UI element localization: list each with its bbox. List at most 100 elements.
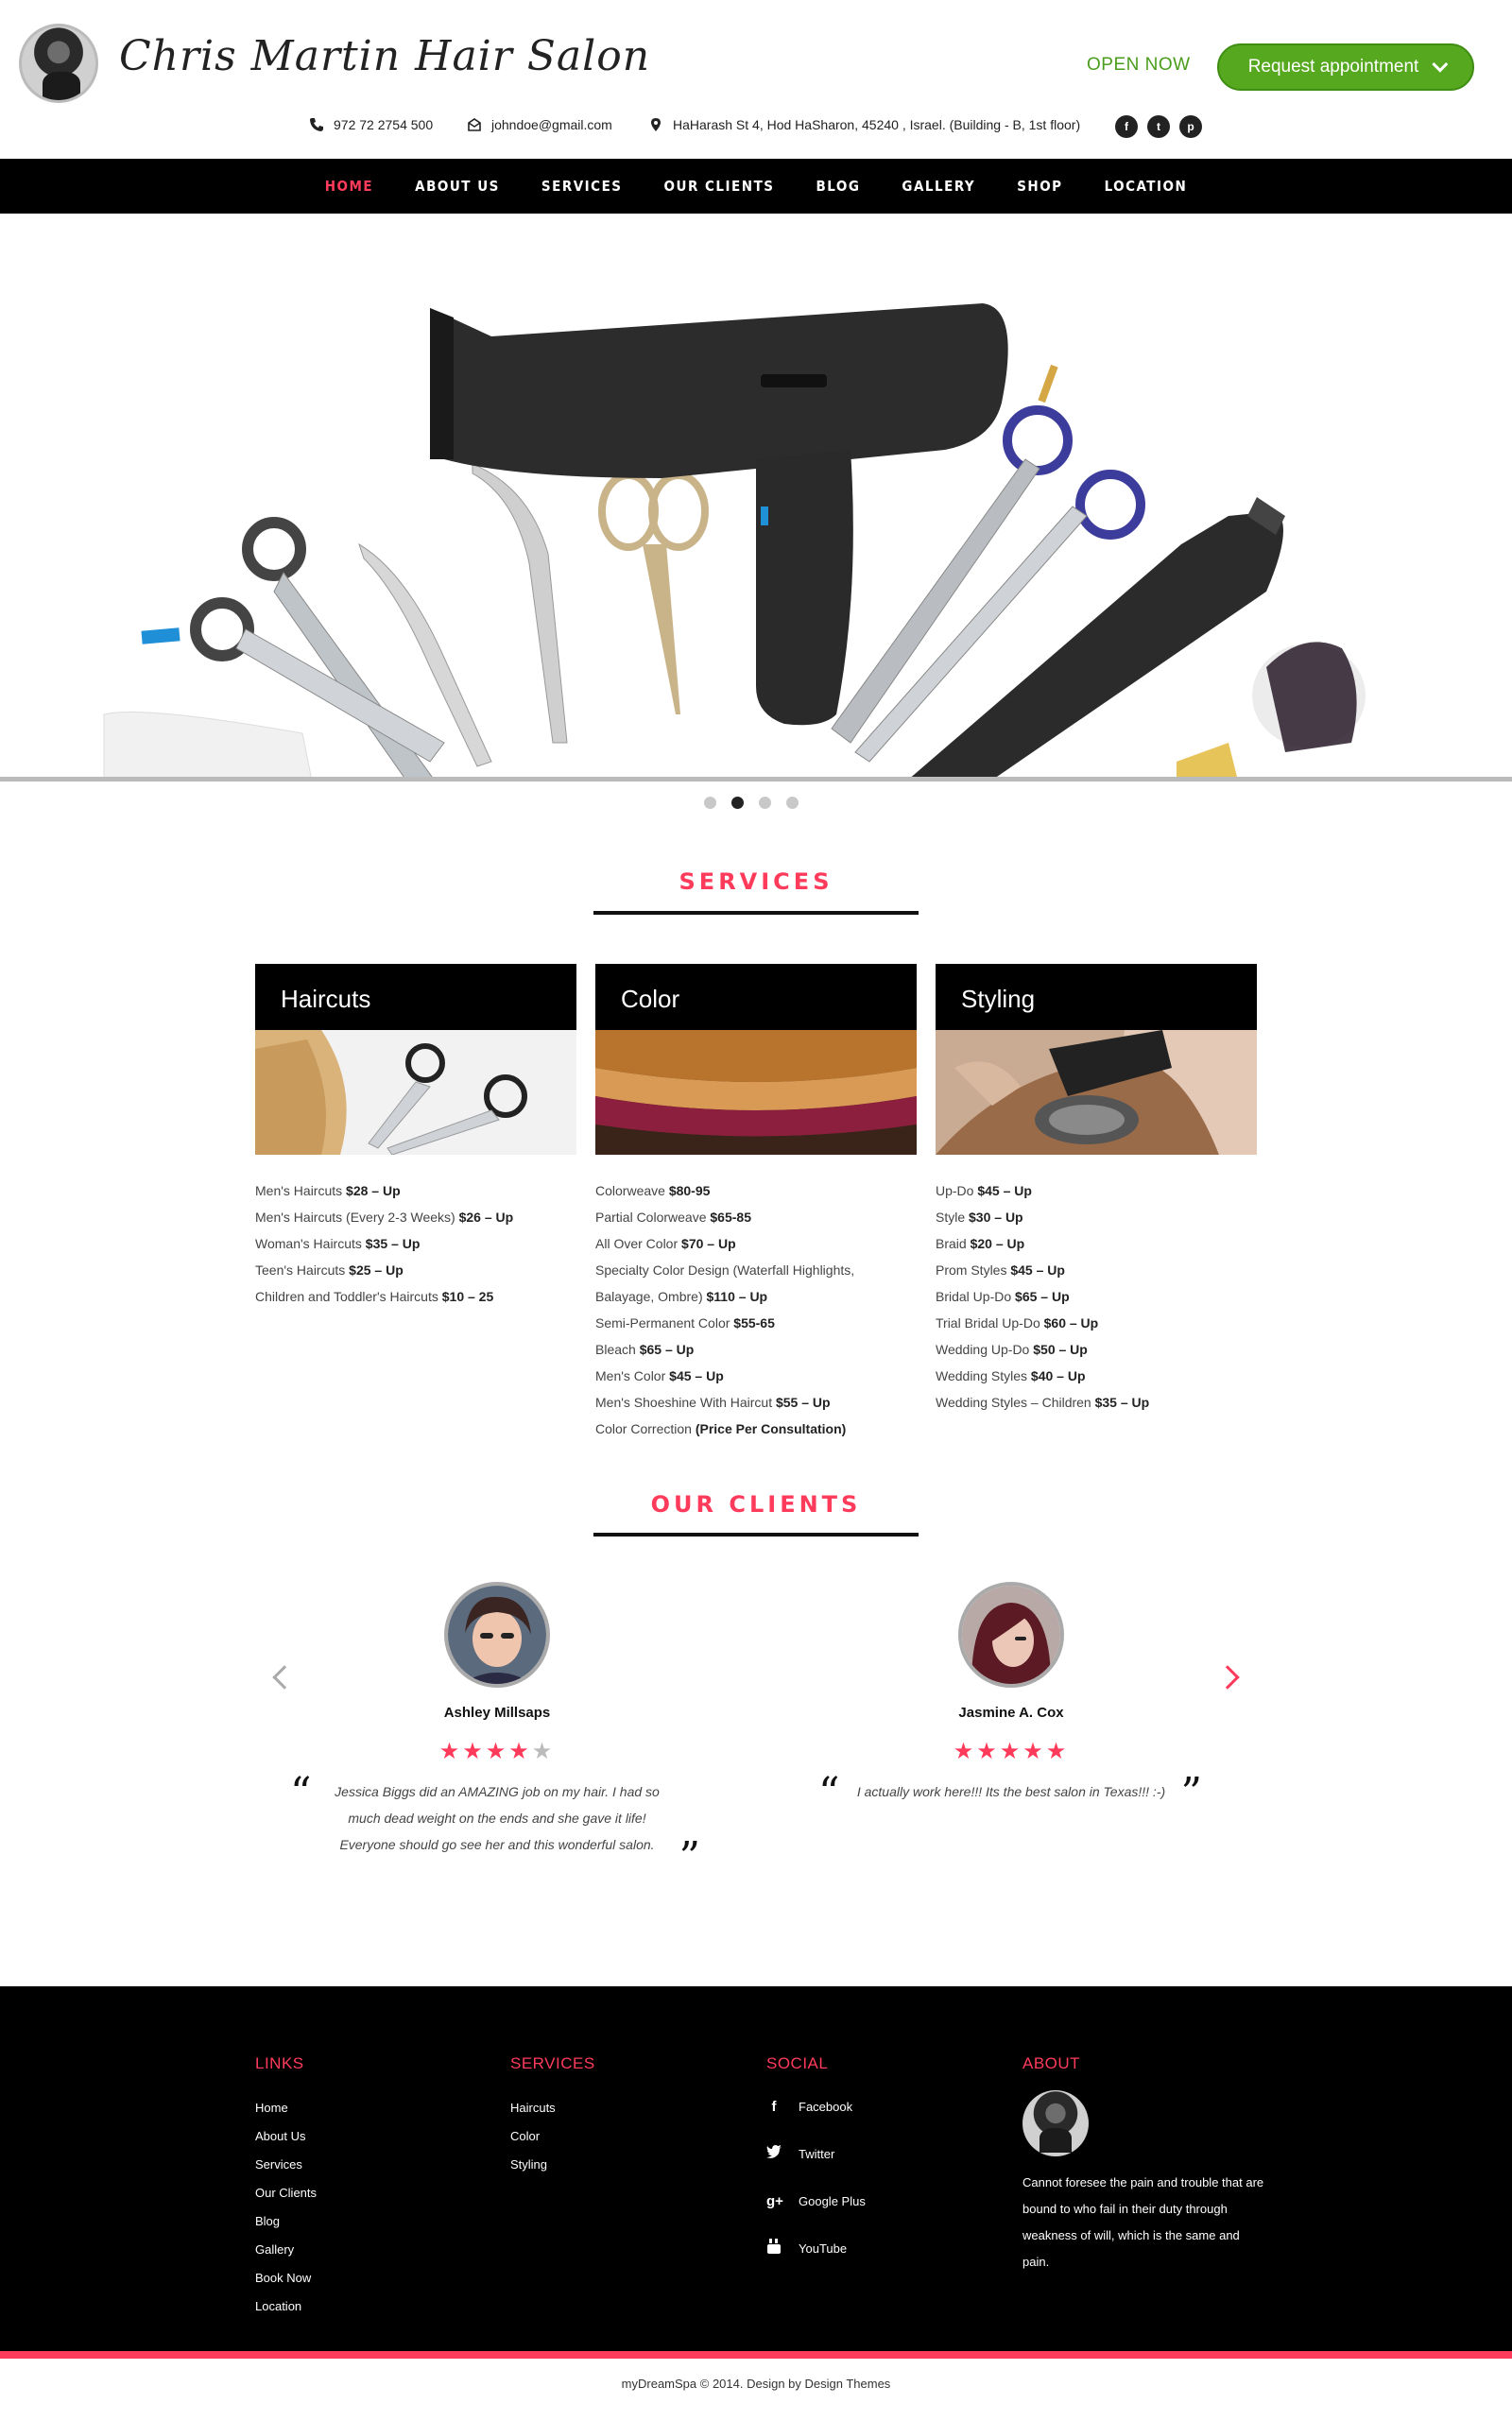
testimonial-card: Jasmine A. Cox ★★★★★ “ I actually work h… — [784, 1582, 1238, 1814]
phone-text[interactable]: 972 72 2754 500 — [334, 117, 433, 132]
star-icon: ★ — [999, 1739, 1023, 1764]
location-pin-icon — [651, 118, 661, 131]
hero-slider[interactable] — [0, 214, 1512, 781]
nav-blog[interactable]: BLOG — [796, 178, 882, 195]
about-avatar — [1022, 2090, 1089, 2156]
footer-services-title: SERVICES — [510, 2054, 595, 2072]
site-header: Chris Martin Hair Salon OPEN NOW Request… — [0, 0, 1512, 159]
google-plus-icon: g+ — [766, 2192, 783, 2209]
nav-shop[interactable]: SHOP — [996, 178, 1083, 195]
open-quote-icon: “ — [818, 1769, 840, 1817]
slider-dot-1[interactable] — [704, 797, 716, 809]
slider-dot-4[interactable] — [786, 797, 799, 809]
social-link-facebook[interactable]: f Facebook — [766, 2083, 866, 2130]
social-link-twitter[interactable]: Twitter — [766, 2130, 866, 2177]
list-item: Partial Colorweave $65-85 — [595, 1210, 751, 1225]
list-item: Men's Haircuts $28 – Up — [255, 1183, 401, 1198]
nav-gallery[interactable]: GALLERY — [881, 178, 996, 195]
clients-title-rule — [593, 1533, 919, 1537]
email-icon — [468, 118, 481, 131]
facebook-icon[interactable]: f — [1115, 115, 1138, 138]
footer-service-link[interactable]: Color — [510, 2122, 595, 2151]
footer-link[interactable]: Home — [255, 2094, 317, 2122]
client-avatar — [958, 1582, 1064, 1688]
quote-text: I actually work here!!! Its the best sal… — [856, 1784, 1166, 1799]
quote-text: Jessica Biggs did an AMAZING job on my h… — [335, 1784, 660, 1852]
footer-social-column: SOCIAL f Facebook Twitter g+ Google Plus — [766, 2054, 866, 2272]
nav-our-clients[interactable]: OUR CLIENTS — [644, 178, 796, 195]
social-link-youtube[interactable]: YouTube — [766, 2224, 866, 2272]
testimonial-card: Ashley Millsaps ★★★★★ “ Jessica Biggs di… — [270, 1582, 724, 1879]
client-name: Jasmine A. Cox — [958, 1705, 1064, 1721]
list-item: Men's Shoeshine With Haircut $55 – Up — [595, 1395, 831, 1410]
footer-services-column: SERVICES Haircuts Color Styling — [510, 2054, 595, 2179]
nav-home[interactable]: HOME — [304, 178, 394, 195]
service-card-color: Color Colorweave $80-95 Partial Colorwea… — [595, 964, 917, 1442]
email-text[interactable]: johndoe@gmail.com — [491, 117, 612, 132]
slider-dot-2[interactable] — [731, 797, 744, 809]
open-quote-icon: “ — [290, 1769, 312, 1817]
service-card-title[interactable]: Styling — [936, 964, 1257, 1030]
footer-service-link[interactable]: Styling — [510, 2151, 595, 2179]
star-icon: ★ — [508, 1739, 532, 1764]
footer-link[interactable]: Blog — [255, 2207, 317, 2236]
footer-link[interactable]: About Us — [255, 2122, 317, 2151]
star-icon: ★ — [485, 1739, 509, 1764]
twitter-icon[interactable]: t — [1147, 115, 1170, 138]
footer-link[interactable]: Location — [255, 2292, 317, 2321]
star-icon: ★ — [976, 1739, 1000, 1764]
footer-about-title: ABOUT — [1022, 2054, 1081, 2072]
service-card-styling: Styling Up-Do $45 – Up Style $30 – Up Br… — [936, 964, 1257, 1416]
services-title-rule — [593, 911, 919, 915]
list-item: Men's Haircuts (Every 2-3 Weeks) $26 – U… — [255, 1210, 514, 1225]
twitter-icon — [766, 2145, 782, 2162]
client-avatar — [444, 1582, 550, 1688]
site-footer: LINKS Home About Us Services Our Clients… — [0, 1986, 1512, 2351]
haircuts-price-list: Men's Haircuts $28 – Up Men's Haircuts (… — [255, 1177, 576, 1310]
hero-divider — [0, 777, 1512, 781]
star-empty-icon: ★ — [531, 1739, 556, 1764]
footer-link[interactable]: Gallery — [255, 2236, 317, 2264]
request-appointment-button[interactable]: Request appointment — [1217, 43, 1474, 91]
service-card-haircuts: Haircuts Men's Haircuts $28 – Up Men's H… — [255, 964, 576, 1310]
pinterest-icon[interactable]: p — [1179, 115, 1202, 138]
list-item: Up-Do $45 – Up — [936, 1183, 1032, 1198]
nav-services[interactable]: SERVICES — [521, 178, 644, 195]
list-item: Wedding Up-Do $50 – Up — [936, 1342, 1088, 1357]
services-section-title: SERVICES — [679, 868, 833, 895]
footer-accent-bar — [0, 2351, 1512, 2359]
service-card-title[interactable]: Haircuts — [255, 964, 576, 1030]
close-quote-icon: ” — [1180, 1769, 1203, 1817]
clients-section-title: OUR CLIENTS — [650, 1491, 862, 1518]
star-icon: ★ — [1022, 1739, 1046, 1764]
list-item: Color Correction (Price Per Consultation… — [595, 1421, 847, 1436]
star-rating: ★★★★★ — [270, 1738, 724, 1765]
about-text: Cannot foresee the pain and trouble that… — [1022, 2175, 1264, 2269]
styling-image — [936, 1030, 1257, 1155]
client-name: Ashley Millsaps — [443, 1705, 551, 1721]
slider-dot-3[interactable] — [759, 797, 771, 809]
nav-location[interactable]: LOCATION — [1084, 178, 1209, 195]
list-item: Wedding Styles – Children $35 – Up — [936, 1395, 1150, 1410]
footer-link[interactable]: Book Now — [255, 2264, 317, 2292]
list-item: Specialty Color Design (Waterfall Highli… — [595, 1262, 855, 1278]
footer-service-link[interactable]: Haircuts — [510, 2094, 595, 2122]
service-card-title[interactable]: Color — [595, 964, 917, 1030]
logo-avatar[interactable] — [19, 24, 98, 103]
footer-about-column: ABOUT Cannot foresee the pain and troubl… — [1022, 2054, 1268, 2275]
color-price-list: Colorweave $80-95 Partial Colorweave $65… — [595, 1177, 917, 1442]
list-item: Semi-Permanent Color $55-65 — [595, 1315, 775, 1331]
phone-icon — [310, 118, 323, 131]
nav-about-us[interactable]: ABOUT US — [394, 178, 521, 195]
main-nav: HOME ABOUT US SERVICES OUR CLIENTS BLOG … — [0, 159, 1512, 214]
social-link-google-plus[interactable]: g+ Google Plus — [766, 2177, 866, 2224]
chevron-down-icon — [1432, 56, 1449, 73]
footer-link[interactable]: Our Clients — [255, 2179, 317, 2207]
footer-link[interactable]: Services — [255, 2151, 317, 2179]
color-image — [595, 1030, 917, 1155]
open-status: OPEN NOW — [1087, 55, 1191, 75]
list-item: Woman's Haircuts $35 – Up — [255, 1236, 421, 1251]
address-text: HaHarash St 4, Hod HaSharon, 45240 , Isr… — [673, 117, 1081, 132]
brand-title[interactable]: Chris Martin Hair Salon — [119, 32, 650, 80]
contact-email: johndoe@gmail.com — [467, 117, 612, 132]
